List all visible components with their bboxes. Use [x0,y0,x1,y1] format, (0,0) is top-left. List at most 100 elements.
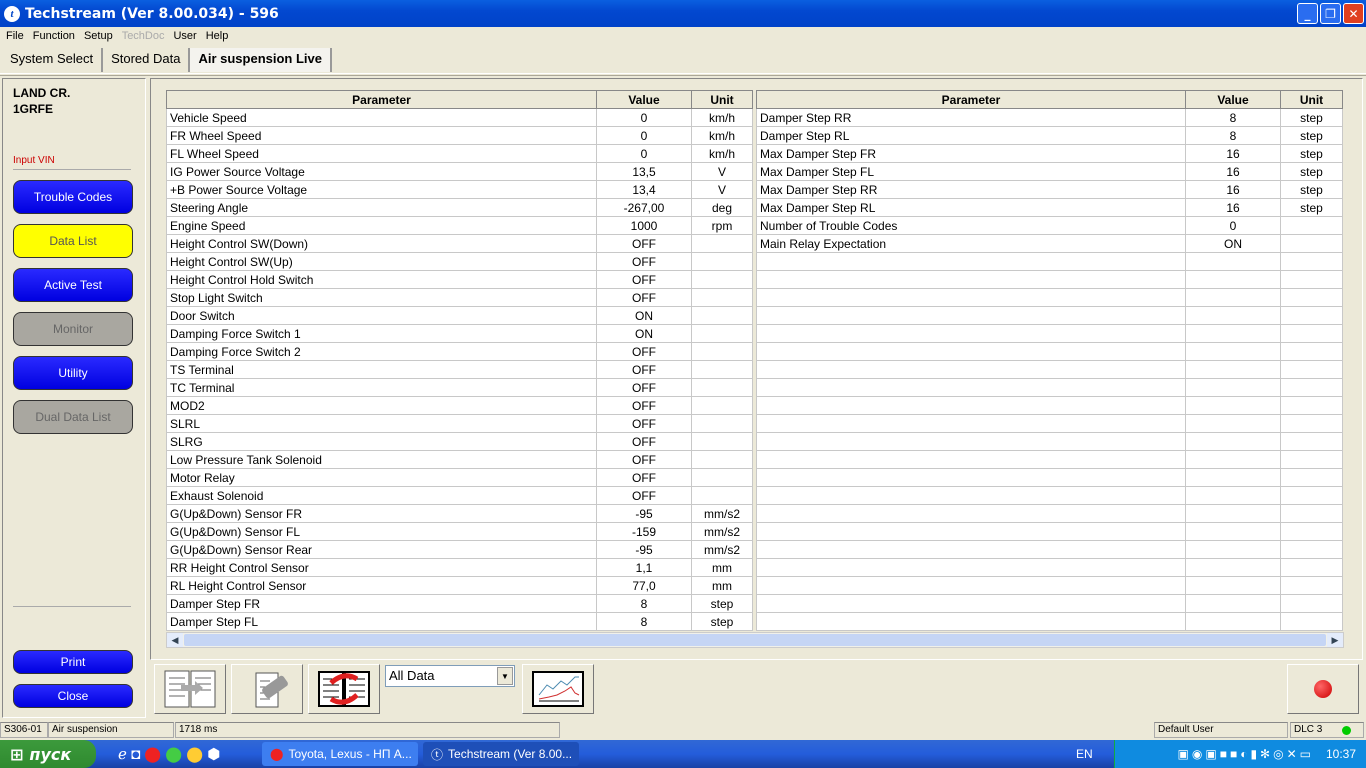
table-row[interactable]: G(Up&Down) Sensor FR -95 mm/s2 [166,504,753,523]
table-row[interactable]: G(Up&Down) Sensor FL -159 mm/s2 [166,522,753,541]
table-row[interactable]: Max Damper Step RL 16 step [756,198,1343,217]
opera-icon[interactable]: ⬤ [144,745,161,763]
scroll-thumb[interactable] [184,634,1326,646]
table-row[interactable]: RR Height Control Sensor 1,1 mm [166,558,753,577]
table-row[interactable]: G(Up&Down) Sensor Rear -95 mm/s2 [166,540,753,559]
start-button[interactable]: ⊞ пуск [0,740,96,768]
table-row[interactable]: Stop Light Switch OFF [166,288,753,307]
table-row[interactable]: Max Damper Step FL 16 step [756,162,1343,181]
header-parameter[interactable]: Parameter [166,90,597,109]
maximize-button[interactable]: ❐ [1320,3,1341,24]
table-row[interactable]: SLRG OFF [166,432,753,451]
table-row[interactable] [756,288,1343,307]
taskbar-item-techstream[interactable]: ⓣ Techstream (Ver 8.00... [423,742,579,766]
table-row[interactable] [756,432,1343,451]
chrome-icon[interactable]: ⬤ [186,745,203,763]
header-unit[interactable]: Unit [691,90,753,109]
table-row[interactable] [756,612,1343,631]
tray-icons[interactable]: ▣◉▣■■◐▮✻◎✕▭ [1178,747,1314,761]
header-value[interactable]: Value [1185,90,1281,109]
snapshot-button[interactable] [231,664,303,714]
scroll-right-icon[interactable]: ▶ [1327,633,1343,647]
table-row[interactable] [756,504,1343,523]
language-indicator[interactable]: EN [1068,742,1093,766]
table-row[interactable]: Door Switch ON [166,306,753,325]
header-value[interactable]: Value [596,90,692,109]
table-row[interactable]: Motor Relay OFF [166,468,753,487]
table-row[interactable]: Damping Force Switch 2 OFF [166,342,753,361]
tab-stored-data[interactable]: Stored Data [103,48,191,72]
trouble-codes-button[interactable]: Trouble Codes [13,180,133,214]
tab-air-suspension-live[interactable]: Air suspension Live [190,48,333,72]
table-row[interactable]: Damper Step RR 8 step [756,108,1343,127]
table-row[interactable] [756,360,1343,379]
table-row[interactable] [756,396,1343,415]
virtualbox-icon[interactable]: ⬢ [207,745,220,763]
table-row[interactable]: Max Damper Step FR 16 step [756,144,1343,163]
table-row[interactable]: Max Damper Step RR 16 step [756,180,1343,199]
table-row[interactable] [756,324,1343,343]
chevron-down-icon[interactable]: ▼ [497,667,513,685]
close-button[interactable]: Close [13,684,133,708]
table-row[interactable]: Vehicle Speed 0 km/h [166,108,753,127]
table-row[interactable] [756,594,1343,613]
menu-function[interactable]: Function [33,30,75,42]
close-window-button[interactable]: ✕ [1343,3,1364,24]
table-row[interactable] [756,522,1343,541]
table-row[interactable]: MOD2 OFF [166,396,753,415]
table-row[interactable] [756,558,1343,577]
utility-button[interactable]: Utility [13,356,133,390]
menu-help[interactable]: Help [206,30,229,42]
table-row[interactable]: Number of Trouble Codes 0 [756,216,1343,235]
menu-user[interactable]: User [173,30,196,42]
table-row[interactable] [756,270,1343,289]
table-row[interactable]: IG Power Source Voltage 13,5 V [166,162,753,181]
active-test-button[interactable]: Active Test [13,268,133,302]
table-row[interactable]: TS Terminal OFF [166,360,753,379]
graph-button[interactable] [522,664,594,714]
table-row[interactable] [756,576,1343,595]
swap-lists-button[interactable] [308,664,380,714]
table-row[interactable]: Height Control SW(Up) OFF [166,252,753,271]
table-row[interactable]: Damping Force Switch 1 ON [166,324,753,343]
data-list-button[interactable]: Data List [13,224,133,258]
table-row[interactable]: RL Height Control Sensor 77,0 mm [166,576,753,595]
table-row[interactable]: Steering Angle -267,00 deg [166,198,753,217]
app-icon[interactable]: ◘ [131,746,140,763]
tab-system-select[interactable]: System Select [2,48,104,72]
table-row[interactable] [756,306,1343,325]
input-vin-link[interactable]: Input VIN [13,155,55,166]
print-button[interactable]: Print [13,650,133,674]
ie-icon[interactable]: ℯ [118,745,127,763]
record-button[interactable] [1287,664,1359,714]
table-row[interactable]: Height Control SW(Down) OFF [166,234,753,253]
menu-setup[interactable]: Setup [84,30,113,42]
table-row[interactable] [756,486,1343,505]
table-row[interactable] [756,378,1343,397]
table-row[interactable] [756,468,1343,487]
utorrent-icon[interactable]: ⬤ [165,745,182,763]
table-row[interactable]: TC Terminal OFF [166,378,753,397]
minimize-button[interactable]: _ [1297,3,1318,24]
data-filter-select[interactable]: All Data ▼ [385,665,515,687]
table-row[interactable]: SLRL OFF [166,414,753,433]
table-row[interactable] [756,540,1343,559]
table-row[interactable]: Engine Speed 1000 rpm [166,216,753,235]
table-row[interactable]: Damper Step RL 8 step [756,126,1343,145]
table-row[interactable]: Main Relay Expectation ON [756,234,1343,253]
horizontal-scrollbar[interactable]: ◀ ▶ [166,632,1344,648]
table-row[interactable]: +B Power Source Voltage 13,4 V [166,180,753,199]
scroll-left-icon[interactable]: ◀ [167,633,183,647]
table-row[interactable] [756,342,1343,361]
table-row[interactable]: FR Wheel Speed 0 km/h [166,126,753,145]
table-row[interactable]: Low Pressure Tank Solenoid OFF [166,450,753,469]
menu-file[interactable]: File [6,30,24,42]
header-parameter[interactable]: Parameter [756,90,1186,109]
table-row[interactable]: Damper Step FL 8 step [166,612,753,631]
table-row[interactable]: Height Control Hold Switch OFF [166,270,753,289]
table-row[interactable]: Damper Step FR 8 step [166,594,753,613]
table-row[interactable] [756,252,1343,271]
taskbar-item-browser[interactable]: ⬤ Toyota, Lexus - НП А... [262,742,418,766]
table-row[interactable] [756,450,1343,469]
select-parameters-button[interactable] [154,664,226,714]
